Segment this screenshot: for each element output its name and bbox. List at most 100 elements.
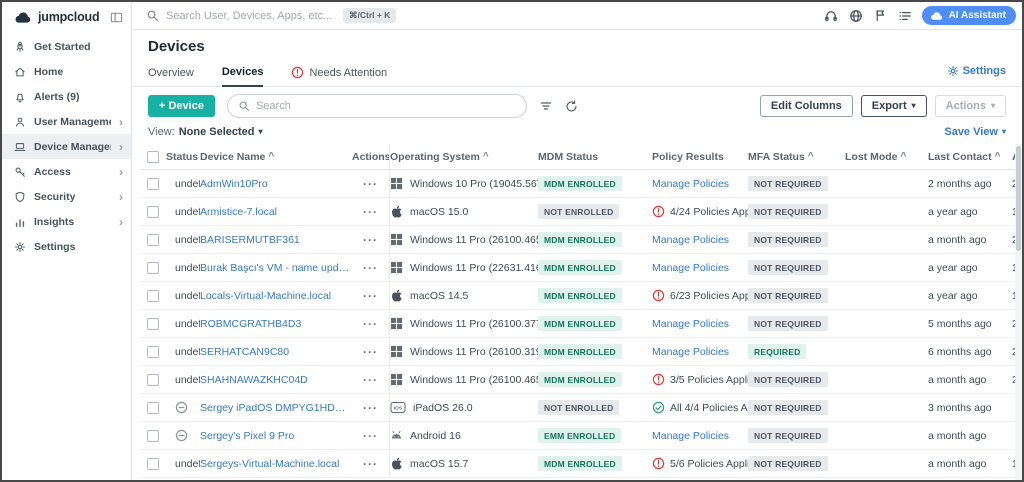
device-name-link[interactable]: SHAHNAWAZKHC04D [200, 374, 308, 386]
row-checkbox[interactable] [140, 310, 166, 337]
row-checkbox[interactable] [140, 226, 166, 253]
sidebar-item-settings[interactable]: Settings [2, 234, 131, 259]
os-label: Windows 10 Pro (19045.5679) [410, 178, 538, 190]
select-all-checkbox[interactable] [140, 144, 166, 169]
global-search[interactable]: ⌘/Ctrl + K [146, 8, 816, 23]
row-checkbox[interactable] [140, 198, 166, 225]
actions-button[interactable]: Actions▾ [935, 95, 1006, 117]
sidebar-item-access[interactable]: Access› [2, 159, 131, 184]
device-name-link[interactable]: ROBMCGRATHB4D3 [200, 318, 301, 330]
support-headset-icon[interactable] [824, 9, 838, 23]
lost-mode-cell [845, 450, 928, 477]
scrollbar-thumb[interactable] [1016, 146, 1021, 251]
row-actions-button[interactable]: ··· [352, 366, 390, 393]
sort-caret-icon: ^ [808, 151, 814, 162]
table-search-input[interactable] [256, 100, 516, 112]
os-label: Windows 11 Pro (22631.4169) [410, 262, 538, 274]
display-options-icon[interactable] [539, 99, 553, 113]
sort-caret-icon: ^ [901, 151, 907, 162]
manage-policies-link[interactable]: Manage Policies [652, 430, 729, 442]
export-button[interactable]: Export▾ [861, 95, 927, 117]
device-name-link[interactable]: Burak Başcı's VM - name update [200, 262, 352, 274]
column-header-mdm-status[interactable]: MDM Status [538, 144, 652, 169]
device-row: undefinedROBMCGRATHB4D3···Windows 11 Pro… [140, 310, 1022, 338]
svg-text:iOS: iOS [394, 406, 403, 412]
column-header-device-name[interactable]: Device Name^ [200, 144, 352, 169]
table-search[interactable] [227, 94, 527, 118]
last-contact-cell: a month ago [928, 226, 1012, 253]
tab-overview[interactable]: Overview [148, 67, 194, 86]
sidebar-item-label: Get Started [34, 41, 91, 53]
collapse-sidebar-icon[interactable] [110, 11, 123, 24]
row-actions-button[interactable]: ··· [352, 282, 390, 309]
manage-policies-link[interactable]: Manage Policies [652, 234, 729, 246]
task-queue-icon[interactable] [898, 9, 912, 23]
row-actions-button[interactable]: ··· [352, 170, 390, 197]
mfa-status-badge: REQUIRED [748, 344, 806, 359]
device-name-link[interactable]: SERHATCAN9C80 [200, 346, 289, 358]
sidebar-item-user-management[interactable]: User Management› [2, 109, 131, 134]
row-checkbox[interactable] [140, 422, 166, 449]
sidebar-item-get-started[interactable]: Get Started [2, 34, 131, 59]
device-name-link[interactable]: Sergey's Pixel 9 Pro [200, 430, 294, 442]
mdm-status-badge: MDM ENROLLED [538, 232, 622, 247]
mdm-status-badge: MDM ENROLLED [538, 176, 622, 191]
sidebar-item-insights[interactable]: Insights› [2, 209, 131, 234]
manage-policies-link[interactable]: Manage Policies [652, 178, 729, 190]
row-checkbox[interactable] [140, 394, 166, 421]
refresh-icon[interactable] [565, 100, 578, 113]
column-header-last-contact[interactable]: Last Contact^ [928, 144, 1012, 169]
save-view-button[interactable]: Save View▾ [944, 126, 1006, 138]
globe-icon[interactable] [849, 9, 863, 23]
device-name-link[interactable]: BARISERMUTBF361 [200, 234, 300, 246]
row-checkbox[interactable] [140, 282, 166, 309]
column-header-actions[interactable]: Actions [352, 144, 390, 169]
row-checkbox[interactable] [140, 338, 166, 365]
device-name-link[interactable]: Armistice-7.local [200, 206, 277, 218]
last-contact-cell: a year ago [928, 254, 1012, 281]
sidebar-item-device-management[interactable]: Device Management› [2, 134, 131, 159]
vertical-scrollbar[interactable] [1015, 144, 1022, 480]
chevron-right-icon: › [119, 166, 123, 178]
mdm-status-badge: MDM ENROLLED [538, 456, 622, 471]
page-header: Devices [132, 30, 1022, 61]
edit-columns-button[interactable]: Edit Columns [760, 95, 853, 117]
row-actions-button[interactable]: ··· [352, 394, 390, 421]
device-name-link[interactable]: Sergeys-Virtual-Machine.local [200, 458, 339, 470]
device-name-link[interactable]: AdmWin10Pro [200, 178, 268, 190]
column-header-lost-mode[interactable]: Lost Mode^ [845, 144, 928, 169]
row-checkbox[interactable] [140, 254, 166, 281]
sidebar-item-home[interactable]: Home [2, 59, 131, 84]
row-checkbox[interactable] [140, 170, 166, 197]
row-actions-button[interactable]: ··· [352, 226, 390, 253]
device-name-link[interactable]: Sergey iPadOS DMPYG1HDKD6L [200, 402, 352, 414]
row-actions-button[interactable]: ··· [352, 198, 390, 225]
flag-icon[interactable] [874, 9, 887, 22]
manage-policies-link[interactable]: Manage Policies [652, 318, 729, 330]
page-settings-link[interactable]: Settings [947, 65, 1006, 77]
sidebar-item-security[interactable]: Security› [2, 184, 131, 209]
global-search-input[interactable] [166, 10, 336, 22]
ai-assistant-button[interactable]: AI Assistant [922, 6, 1016, 25]
device-name-link[interactable]: Locals-Virtual-Machine.local [200, 290, 331, 302]
add-device-button[interactable]: + Device [148, 95, 215, 117]
row-actions-button[interactable]: ··· [352, 450, 390, 477]
view-selector[interactable]: None Selected▾ [179, 126, 263, 138]
row-actions-button[interactable]: ··· [352, 422, 390, 449]
row-actions-button[interactable]: ··· [352, 254, 390, 281]
row-actions-button[interactable]: ··· [352, 338, 390, 365]
tab-devices[interactable]: Devices [222, 66, 264, 87]
column-header-operating-system[interactable]: Operating System^ [390, 144, 538, 169]
row-checkbox[interactable] [140, 450, 166, 477]
column-header-mfa-status[interactable]: MFA Status^ [748, 144, 845, 169]
tab-needs-attention[interactable]: Needs Attention [291, 66, 387, 86]
manage-policies-link[interactable]: Manage Policies [652, 262, 729, 274]
row-actions-button[interactable]: ··· [352, 310, 390, 337]
column-header-policy-results[interactable]: Policy Results [652, 144, 748, 169]
column-header-status[interactable]: Status^ [166, 144, 200, 169]
mdm-status-badge: NOT ENROLLED [538, 204, 619, 219]
manage-policies-link[interactable]: Manage Policies [652, 346, 729, 358]
sidebar-item-label: Settings [34, 241, 75, 253]
row-checkbox[interactable] [140, 366, 166, 393]
sidebar-item-alerts-9[interactable]: Alerts (9) [2, 84, 131, 109]
